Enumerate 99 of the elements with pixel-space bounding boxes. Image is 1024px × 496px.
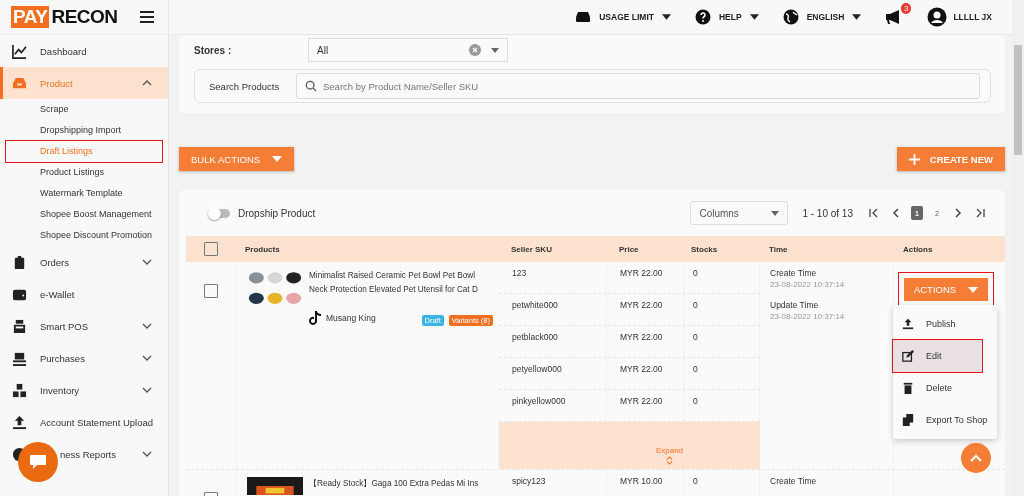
menu-item[interactable]: Edit <box>893 340 982 372</box>
sidebar-item[interactable]: Account Statement Upload <box>0 406 168 438</box>
column-header: Products <box>244 244 281 254</box>
product-title: Minimalist Raised Ceramic Pet Bowl Pet Bowl Neck Protection Elevated Pet Utensil for Cat D <box>309 270 479 296</box>
checkbox[interactable] <box>204 242 218 256</box>
timestamp: 23-08-2022 10:37:14 <box>770 279 846 291</box>
column-header: Stocks <box>690 244 719 254</box>
help-icon <box>694 9 711 25</box>
clear-icon[interactable] <box>469 44 481 56</box>
table-cell: MYR 22.00 <box>607 294 684 325</box>
drive-icon <box>575 9 592 25</box>
time-label: Create Time <box>770 267 818 279</box>
table-cell: pinkyellow000 <box>499 390 607 421</box>
menu-icon[interactable] <box>140 11 154 23</box>
next-page-icon[interactable] <box>953 208 963 218</box>
product-title: 【Ready Stock】Gaga 100 Extra Pedas Mi Ins <box>309 478 480 490</box>
caret-icon <box>968 286 979 293</box>
sidebar-subitem[interactable]: Watermark Template <box>6 183 162 204</box>
menu-item[interactable]: Export To Shop <box>893 404 997 436</box>
table-cell: 0 <box>684 358 760 389</box>
topbar-menu[interactable]: HELP <box>694 9 759 25</box>
trash-icon <box>902 382 914 394</box>
caret-icon <box>749 14 759 20</box>
tray-icon <box>12 75 27 91</box>
menu-item[interactable]: Delete <box>893 372 997 404</box>
line-chart-icon <box>12 43 27 59</box>
field-label: Search Products <box>209 80 281 92</box>
pallet-icon <box>12 350 27 366</box>
upload-icon <box>902 318 914 330</box>
timestamp: 23-08-2022 10:37:14 <box>770 311 846 323</box>
clipboard-icon <box>12 254 27 270</box>
columns-select[interactable]: Columns <box>690 201 789 225</box>
column-header: Price <box>618 244 640 254</box>
time-label: Create Time <box>770 475 818 487</box>
caret-icon <box>852 14 862 20</box>
table-cell: petyellow000 <box>499 358 607 389</box>
table-cell: MYR 22.00 <box>607 326 684 357</box>
chevron-up-icon <box>970 454 982 462</box>
table-cell: 0 <box>684 326 760 357</box>
globe-icon <box>782 9 799 25</box>
boxes-icon <box>12 382 27 398</box>
table-cell: 0 <box>684 470 760 496</box>
caret-icon <box>771 210 780 216</box>
sidebar-subitem[interactable]: Scrape <box>6 99 162 120</box>
caret-icon <box>491 47 499 53</box>
column-header: Seller SKU <box>510 244 553 254</box>
table-cell: 123 <box>499 262 607 293</box>
sidebar-item[interactable]: Orders <box>0 246 168 278</box>
column-header: Time <box>768 244 789 254</box>
upload-icon <box>12 414 27 430</box>
sidebar-item[interactable]: Inventory <box>0 374 168 406</box>
table-cell: petblack000 <box>499 326 607 357</box>
sidebar-subitem[interactable]: Dropshipping Import <box>6 120 162 141</box>
caret-icon <box>272 156 283 162</box>
copy-icon <box>902 414 914 426</box>
caret-icon <box>661 14 671 20</box>
shop-name: Musang King <box>326 312 377 323</box>
sidebar-item[interactable]: e-Wallet <box>0 278 168 310</box>
field-label: Stores : <box>194 44 233 56</box>
time-label: Update Time <box>770 299 820 311</box>
sidebar-item[interactable]: Smart POS <box>0 310 168 342</box>
search-icon <box>305 80 317 92</box>
topbar-menu[interactable]: ENGLISH <box>782 9 862 25</box>
last-page-icon[interactable] <box>975 208 985 218</box>
table-cell: MYR 10.00 <box>607 470 684 496</box>
user-icon <box>927 7 948 27</box>
cash-register-icon <box>12 318 27 334</box>
sidebar-item[interactable]: Dashboard <box>0 35 168 67</box>
table-cell: 0 <box>684 294 760 325</box>
plus-icon <box>908 153 920 165</box>
table-cell: MYR 22.00 <box>607 358 684 389</box>
logo: PAY RECON <box>11 6 118 28</box>
page-range: 1 - 10 of 13 <box>802 207 853 219</box>
previous-page-icon[interactable] <box>891 208 901 218</box>
table-cell: petwhite000 <box>499 294 607 325</box>
search-field[interactable]: Search by Product Name/Seller SKU <box>296 73 980 99</box>
table-cell: 0 <box>684 390 760 421</box>
table-cell: MYR 22.00 <box>607 262 684 293</box>
first-page-icon[interactable] <box>869 208 879 218</box>
music-note-icon <box>309 310 321 325</box>
chat-icon <box>28 453 48 471</box>
sidebar-subitem[interactable]: Shopee Boost Management <box>6 204 162 225</box>
column-header: Actions <box>902 244 933 254</box>
sidebar-item[interactable]: Purchases <box>0 342 168 374</box>
topbar-menu[interactable]: USAGE LIMIT <box>575 9 671 25</box>
notification-badge: 3 <box>900 3 912 14</box>
checkbox[interactable] <box>204 284 218 298</box>
toggle-switch[interactable] <box>210 208 230 218</box>
sidebar-subitem[interactable]: Shopee Discount Promotion <box>6 225 162 246</box>
table-cell: 0 <box>684 262 760 293</box>
table-cell: spicy123 <box>499 470 607 496</box>
menu-item[interactable]: Publish <box>893 308 997 340</box>
table-cell: MYR 22.00 <box>607 390 684 421</box>
toggle-label: Dropship Product <box>238 207 316 219</box>
chat-button[interactable] <box>18 442 58 482</box>
stores-select[interactable]: All <box>308 38 508 62</box>
sidebar-subitem[interactable]: Product Listings <box>6 162 162 183</box>
user-menu[interactable]: LLLLL JX <box>927 7 992 27</box>
edit-icon <box>902 350 914 362</box>
